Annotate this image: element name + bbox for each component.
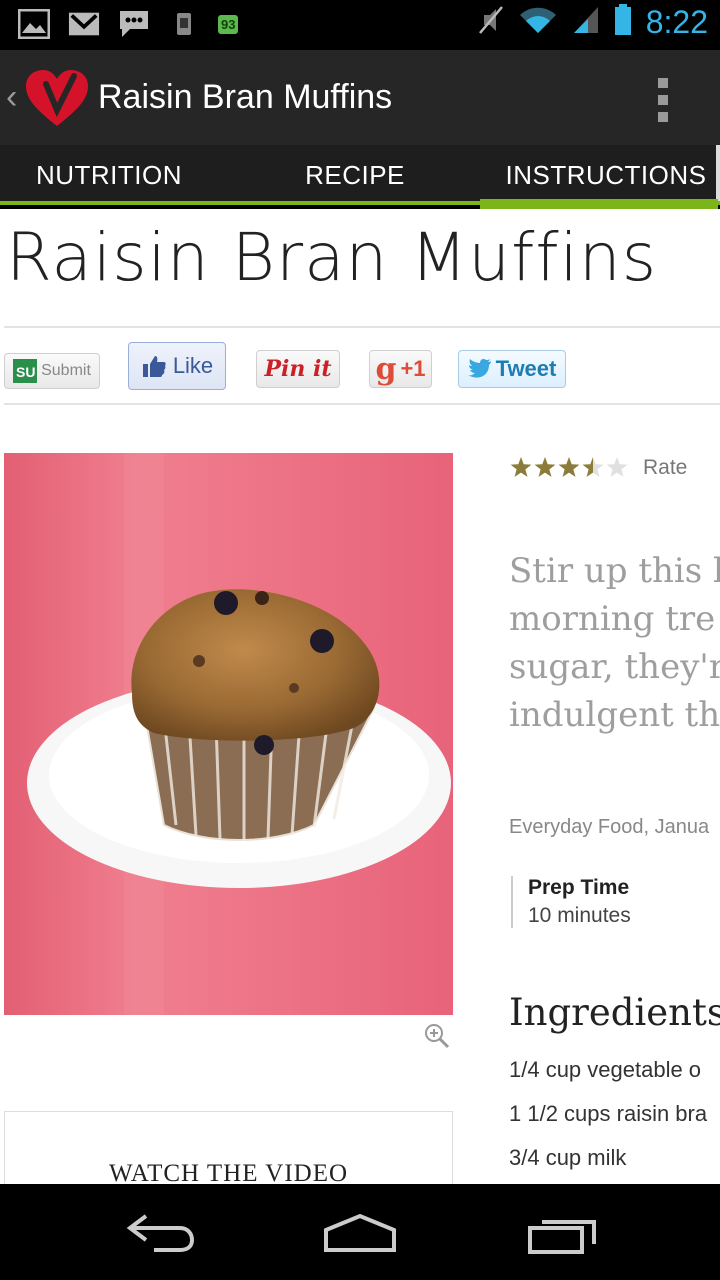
svg-text:SU: SU bbox=[16, 364, 35, 380]
star bbox=[510, 457, 532, 477]
home-icon[interactable] bbox=[322, 1212, 398, 1259]
battery-badge: 93 bbox=[218, 14, 239, 34]
mute-icon bbox=[478, 5, 504, 40]
tab-label: INSTRUCTIONS bbox=[505, 159, 707, 190]
divider bbox=[4, 326, 720, 328]
app-logo-heart-icon[interactable] bbox=[24, 70, 90, 133]
description-line: morning tre bbox=[509, 599, 716, 639]
signal-icon bbox=[572, 5, 600, 40]
sim-icon bbox=[168, 8, 200, 40]
back-chevron-icon[interactable]: ‹ bbox=[6, 78, 17, 117]
overflow-menu-icon[interactable] bbox=[658, 78, 672, 122]
twitter-bird-icon bbox=[467, 359, 491, 378]
thumbs-up-icon bbox=[142, 356, 166, 377]
description-line: indulgent th bbox=[509, 695, 720, 735]
stumbleupon-icon: SU bbox=[13, 359, 38, 383]
pin-it-button[interactable]: Pin it bbox=[256, 350, 340, 388]
action-bar: ‹ Raisin Bran Muffins bbox=[0, 50, 720, 145]
battery-icon bbox=[614, 4, 632, 41]
rating-stars[interactable]: Rate bbox=[509, 455, 687, 481]
action-bar-title: Raisin Bran Muffins bbox=[98, 78, 393, 116]
page-title: Raisin Bran Muffins bbox=[6, 219, 658, 296]
tweet-label: Tweet bbox=[495, 356, 557, 381]
facebook-like-label: Like bbox=[172, 353, 214, 378]
recipe-description: Stir up this b morning tre sugar, they'r… bbox=[509, 547, 720, 739]
back-icon[interactable] bbox=[124, 1212, 196, 1257]
navigation-bar bbox=[0, 1184, 720, 1280]
tab-recipe[interactable]: RECIPE bbox=[218, 145, 492, 205]
recent-apps-icon[interactable] bbox=[526, 1214, 598, 1259]
zoom-icon[interactable] bbox=[424, 1023, 450, 1054]
watch-video-box[interactable]: WATCH THE VIDEO bbox=[4, 1111, 453, 1184]
description-line: Stir up this b bbox=[509, 551, 720, 591]
recipe-photo[interactable] bbox=[4, 453, 453, 1015]
gmail-icon bbox=[68, 8, 100, 40]
messaging-icon bbox=[118, 8, 150, 40]
google-plus-one-button[interactable]: g +1 bbox=[369, 350, 432, 388]
recipe-webview[interactable]: Raisin Bran Muffins SU Submit Like Pin i… bbox=[0, 209, 720, 1184]
watch-video-label: WATCH THE VIDEO bbox=[108, 1160, 349, 1184]
prep-time: Prep Time 10 minutes bbox=[511, 876, 631, 928]
tab-instructions[interactable]: INSTRUCTIONS bbox=[480, 145, 720, 209]
ingredient-item: 1 1/2 cups raisin bra bbox=[509, 1101, 708, 1126]
star bbox=[606, 457, 628, 477]
prep-time-label: Prep Time bbox=[528, 876, 630, 899]
wifi-icon bbox=[518, 5, 558, 40]
google-g-icon: g bbox=[375, 351, 397, 387]
stumbleupon-label: Submit bbox=[41, 362, 91, 379]
recipe-source: Everyday Food, Janua bbox=[509, 816, 710, 838]
tweet-button[interactable]: Tweet bbox=[458, 350, 566, 388]
facebook-like-button[interactable]: Like bbox=[128, 342, 226, 390]
tab-label: RECIPE bbox=[305, 159, 405, 190]
tab-label: NUTRITION bbox=[35, 159, 183, 190]
ingredient-item: 1/4 cup vegetable o bbox=[509, 1057, 702, 1082]
ingredients-heading: Ingredients bbox=[509, 991, 720, 1034]
pin-it-label: Pin it bbox=[264, 356, 332, 382]
tab-divider bbox=[716, 145, 720, 201]
plus-one-label: +1 bbox=[400, 356, 426, 381]
prep-time-value: 10 minutes bbox=[528, 904, 631, 927]
status-bar: 93 8:22 bbox=[0, 0, 720, 50]
divider bbox=[4, 403, 720, 405]
star-rating-icon bbox=[510, 457, 628, 477]
tab-nutrition[interactable]: NUTRITION bbox=[0, 145, 218, 205]
tab-bar: NUTRITION RECIPE INSTRUCTIONS bbox=[0, 145, 720, 209]
ingredient-item: 3/4 cup milk bbox=[509, 1145, 627, 1170]
description-line: sugar, they'r bbox=[509, 647, 720, 687]
clock: 8:22 bbox=[645, 4, 708, 40]
star bbox=[582, 457, 604, 477]
stumbleupon-button[interactable]: SU Submit bbox=[4, 353, 100, 389]
star bbox=[558, 457, 580, 477]
rate-link[interactable]: Rate bbox=[643, 456, 687, 480]
star bbox=[534, 457, 556, 477]
gallery-icon bbox=[18, 8, 50, 40]
